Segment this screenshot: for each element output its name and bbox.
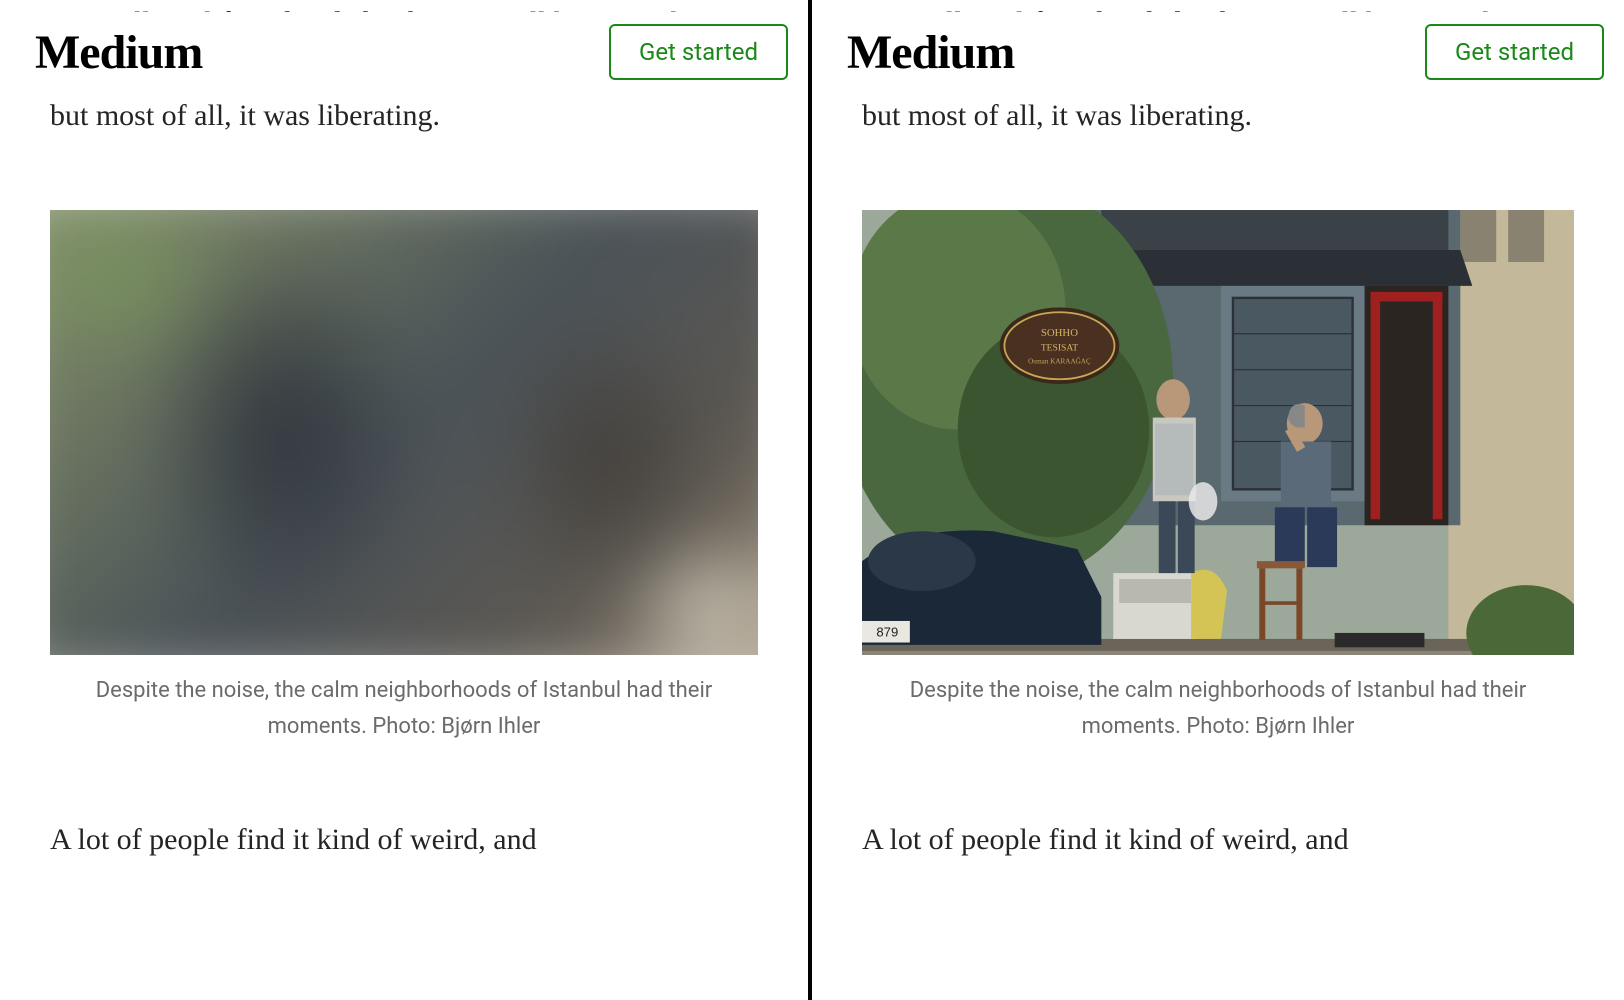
- article-figure: Despite the noise, the calm neighborhood…: [50, 210, 758, 746]
- image-caption: Despite the noise, the calm neighborhood…: [862, 673, 1574, 746]
- site-header: Medium Get started: [847, 12, 1604, 92]
- article-content: cities all my life, I decided to buy a s…: [50, 0, 758, 864]
- svg-text:SOHHO: SOHHO: [1041, 327, 1078, 339]
- text-line: it was liberating.: [239, 99, 440, 132]
- get-started-button[interactable]: Get started: [609, 24, 788, 80]
- article-content: cities all my life, I decided to buy a s…: [862, 0, 1574, 864]
- article-image-blurred: [50, 210, 758, 655]
- comparison-panel-right: Medium Get started cities all my life, I…: [812, 0, 1624, 1000]
- comparison-panel-left: Medium Get started cities all my life, I…: [0, 0, 812, 1000]
- medium-logo[interactable]: Medium: [847, 25, 1014, 80]
- text-line: it was liberating.: [1051, 99, 1252, 132]
- svg-text:Osman KARAAĞAÇ: Osman KARAAĞAÇ: [1028, 355, 1091, 365]
- svg-text:879: 879: [876, 624, 898, 639]
- image-caption: Despite the noise, the calm neighborhood…: [50, 673, 758, 746]
- article-figure: SOHHO TESISAT Osman KARAAĞAÇ 879: [862, 210, 1574, 746]
- get-started-button[interactable]: Get started: [1425, 24, 1604, 80]
- medium-logo[interactable]: Medium: [35, 25, 202, 80]
- article-paragraph-bottom: A lot of people find it kind of weird, a…: [50, 817, 758, 864]
- svg-text:TESISAT: TESISAT: [1041, 342, 1078, 353]
- street-photo-icon: SOHHO TESISAT Osman KARAAĞAÇ 879: [862, 210, 1574, 655]
- article-image-sharp: SOHHO TESISAT Osman KARAAĞAÇ 879: [862, 210, 1574, 655]
- article-paragraph-bottom: A lot of people find it kind of weird, a…: [862, 817, 1574, 864]
- site-header: Medium Get started: [35, 12, 788, 92]
